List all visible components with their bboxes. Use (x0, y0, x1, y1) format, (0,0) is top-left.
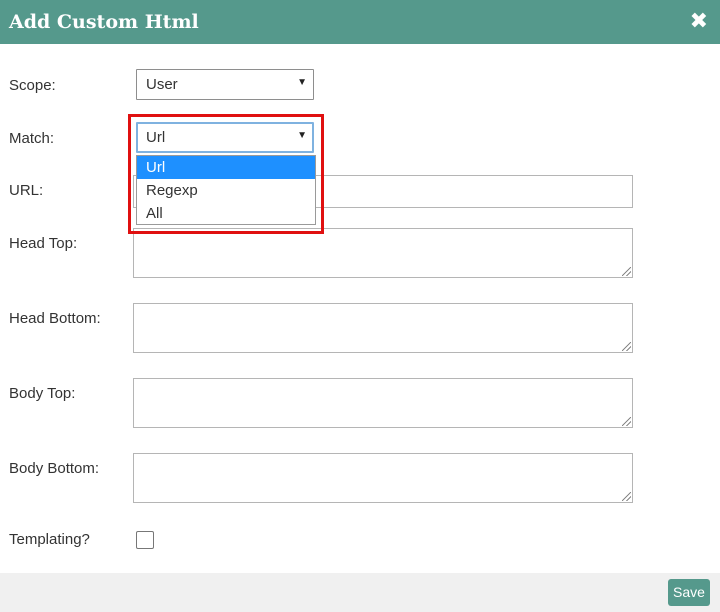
resize-grip-icon[interactable] (622, 417, 631, 426)
save-button[interactable]: Save (668, 579, 710, 606)
dropdown-arrow-icon: ▼ (297, 77, 307, 88)
resize-grip-icon[interactable] (622, 342, 631, 351)
dialog-titlebar: Add Custom Html ✖ (0, 0, 720, 44)
scope-label: Scope: (9, 77, 56, 94)
scope-select[interactable]: User ▼ (136, 69, 314, 100)
body-bottom-label: Body Bottom: (9, 460, 100, 477)
highlight-box (128, 114, 324, 234)
dialog-footer: Save (0, 573, 720, 612)
head-bottom-textarea[interactable] (133, 303, 633, 353)
scope-select-value: User (146, 76, 178, 93)
dialog-title: Add Custom Html (9, 11, 199, 33)
resize-grip-icon[interactable] (622, 492, 631, 501)
body-bottom-textarea[interactable] (133, 453, 633, 503)
body-top-label: Body Top: (9, 385, 76, 402)
match-label: Match: (9, 130, 55, 147)
url-label: URL: (9, 182, 44, 199)
templating-label: Templating? (9, 531, 90, 548)
head-bottom-label: Head Bottom: (9, 310, 101, 327)
head-top-label: Head Top: (9, 235, 78, 252)
resize-grip-icon[interactable] (622, 267, 631, 276)
templating-checkbox[interactable] (136, 531, 154, 549)
head-top-textarea[interactable] (133, 228, 633, 278)
close-icon[interactable]: ✖ (690, 8, 708, 34)
body-top-textarea[interactable] (133, 378, 633, 428)
